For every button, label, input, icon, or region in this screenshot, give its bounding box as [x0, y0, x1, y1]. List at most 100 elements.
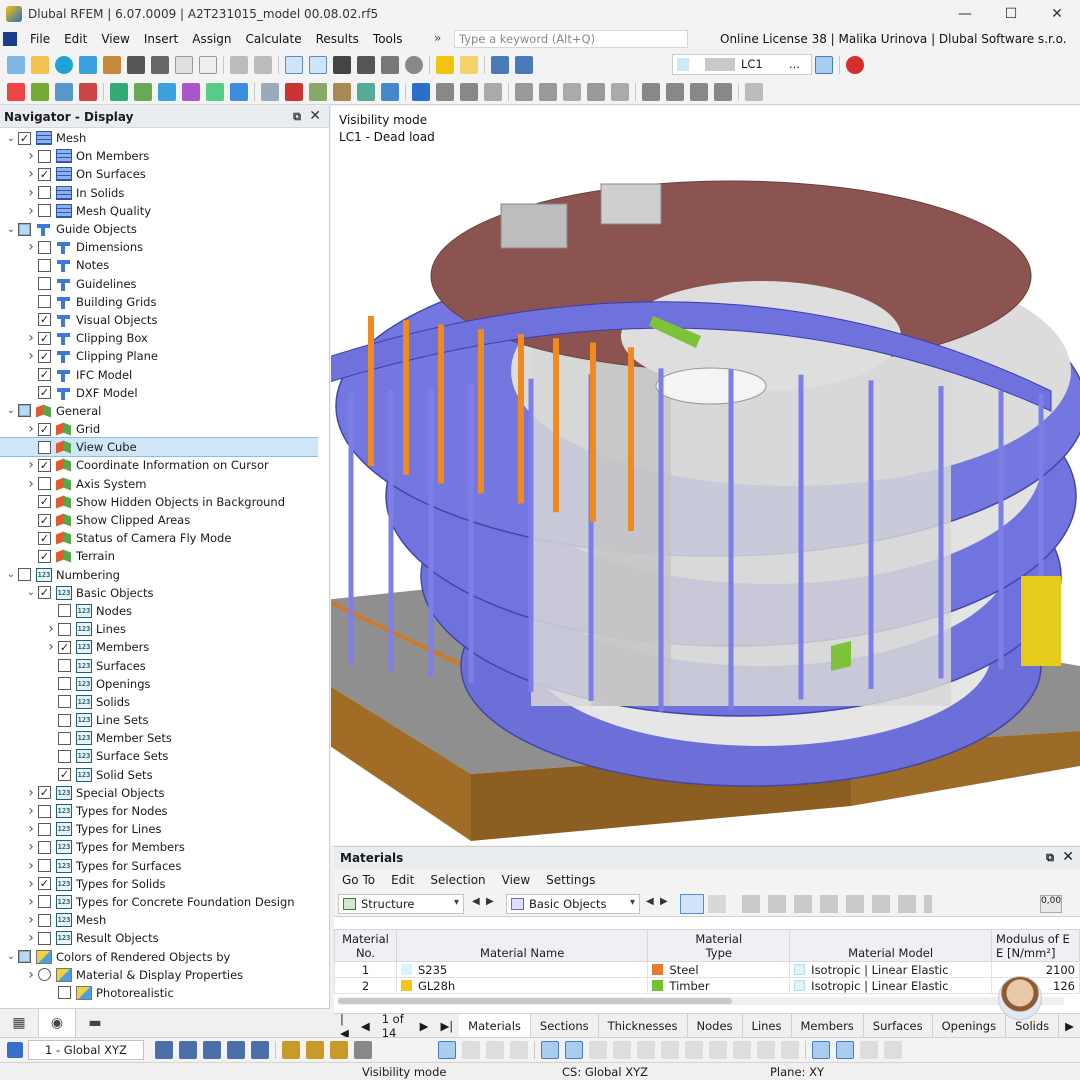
nav-item-types-for-concrete-foundation-design[interactable]: › 123 Types for Concrete Foundation Design: [0, 893, 318, 911]
assistant-avatar[interactable]: [998, 976, 1042, 1020]
nav-item-dxf-model[interactable]: ✓ DXF Model: [0, 384, 318, 402]
web-service-icon[interactable]: [79, 56, 97, 74]
radio-button[interactable]: [38, 968, 51, 982]
material-icon[interactable]: [230, 82, 248, 101]
thickness-icon[interactable]: [206, 82, 224, 101]
nav-item-mesh[interactable]: › 123 Mesh: [0, 911, 318, 929]
menu-file[interactable]: File: [23, 32, 57, 46]
solid-icon[interactable]: [158, 82, 176, 101]
midpoint-snap-icon[interactable]: [613, 1040, 631, 1059]
checkbox[interactable]: [38, 149, 51, 163]
console-icon[interactable]: [333, 56, 351, 74]
minimize-button[interactable]: —: [942, 0, 988, 28]
materials-menu-edit[interactable]: Edit: [383, 873, 422, 887]
move-icon[interactable]: [714, 82, 732, 101]
materials-close-icon[interactable]: ✕: [1062, 849, 1074, 865]
view-cube-icon[interactable]: [611, 82, 629, 101]
checkbox[interactable]: [38, 277, 51, 291]
result-values-icon[interactable]: [515, 56, 533, 74]
globe-icon[interactable]: [405, 56, 423, 74]
checkbox[interactable]: [38, 186, 51, 200]
grid-settings-icon[interactable]: [745, 82, 763, 101]
snap-members-icon[interactable]: [203, 1040, 221, 1059]
workplane-xz-icon[interactable]: [836, 1040, 854, 1059]
checkbox[interactable]: ✓: [38, 349, 51, 363]
checkbox[interactable]: [18, 568, 31, 582]
snap-lines-icon[interactable]: [179, 1040, 197, 1059]
extension-snap-icon[interactable]: [757, 1040, 775, 1059]
nav-item-openings[interactable]: 123 Openings: [0, 675, 318, 693]
select-in-table-icon[interactable]: [680, 894, 704, 914]
horizontal-scrollbar[interactable]: [338, 997, 1064, 1005]
workplane-yz-icon[interactable]: [860, 1040, 878, 1059]
nav-item-result-objects[interactable]: › 123 Result Objects: [0, 929, 318, 947]
next-page-icon[interactable]: ▶: [414, 1019, 435, 1033]
next-object-icon[interactable]: ▶: [660, 896, 668, 907]
nav-item-in-solids[interactable]: › In Solids: [0, 184, 318, 202]
load-table-icon[interactable]: [460, 56, 478, 74]
snap-surfaces-icon[interactable]: [227, 1040, 245, 1059]
nav-item-types-for-members[interactable]: › 123 Types for Members: [0, 838, 318, 856]
material-name-cell[interactable]: S235: [395, 961, 649, 978]
load-icon[interactable]: [285, 82, 303, 101]
angle-snap-icon[interactable]: [510, 1040, 528, 1059]
checkbox[interactable]: ✓: [38, 495, 51, 509]
checkbox[interactable]: [58, 622, 71, 636]
nav-item-axis-system[interactable]: › Axis System: [0, 475, 318, 493]
nav-item-special-objects[interactable]: › ✓ 123 Special Objects: [0, 784, 318, 802]
chevron-right-icon[interactable]: ›: [24, 912, 38, 928]
magnet-icon[interactable]: [541, 1040, 559, 1059]
nav-item-line-sets[interactable]: 123 Line Sets: [0, 711, 318, 729]
search-results-icon[interactable]: [846, 56, 864, 74]
nav-item-types-for-nodes[interactable]: › 123 Types for Nodes: [0, 802, 318, 820]
checkbox[interactable]: [38, 477, 51, 491]
nav-item-view-cube[interactable]: View Cube: [0, 437, 318, 458]
chevron-right-icon[interactable]: ›: [24, 476, 38, 492]
nav-item-surfaces[interactable]: 123 Surfaces: [0, 656, 318, 674]
chevron-right-icon[interactable]: ›: [24, 148, 38, 164]
tab-members[interactable]: Members: [792, 1013, 864, 1038]
material-type-cell[interactable]: Steel: [647, 961, 791, 978]
nav-item-on-surfaces[interactable]: › ✓ On Surfaces: [0, 165, 318, 183]
grid-view-icon[interactable]: [309, 56, 327, 74]
chevron-down-icon[interactable]: ⌄: [4, 133, 18, 144]
nav-item-dimensions[interactable]: › Dimensions: [0, 238, 318, 256]
chevron-right-icon[interactable]: ›: [24, 803, 38, 819]
chevron-right-icon[interactable]: ›: [24, 876, 38, 892]
nav-item-coordinate-information-on-cursor[interactable]: › ✓ Coordinate Information on Cursor: [0, 456, 318, 474]
chevron-right-icon[interactable]: ›: [24, 421, 38, 437]
member-icon[interactable]: [55, 82, 73, 101]
chevron-right-icon[interactable]: ›: [44, 639, 58, 655]
checkbox[interactable]: ✓: [38, 422, 51, 436]
render-icon[interactable]: [539, 82, 557, 101]
nav-item-lines[interactable]: › 123 Lines: [0, 620, 318, 638]
menu-calculate[interactable]: Calculate: [239, 32, 309, 46]
menu-tools[interactable]: Tools: [366, 32, 410, 46]
menu-overflow-button[interactable]: »: [434, 31, 441, 45]
chevron-right-icon[interactable]: ›: [24, 894, 38, 910]
nav-item-ifc-model[interactable]: ✓ IFC Model: [0, 365, 318, 383]
tab-materials[interactable]: Materials: [459, 1013, 531, 1038]
chevron-right-icon[interactable]: ›: [24, 185, 38, 201]
model-viewport[interactable]: Visibility mode LC1 - Dead load: [331, 106, 1080, 845]
chevron-down-icon[interactable]: ⌄: [4, 951, 18, 962]
nav-item-status-of-camera-fly-mode[interactable]: ✓ Status of Camera Fly Mode: [0, 529, 318, 547]
table-row[interactable]: 1 S235 Steel Isotropic | Linear Elastic 2100: [334, 961, 1080, 978]
load-wizard-icon[interactable]: [436, 56, 454, 74]
nav-item-visual-objects[interactable]: ✓ Visual Objects: [0, 311, 318, 329]
menu-insert[interactable]: Insert: [137, 32, 185, 46]
nav-item-on-members[interactable]: › On Members: [0, 147, 318, 165]
notes-icon[interactable]: [199, 56, 217, 74]
select-in-model-icon[interactable]: [708, 895, 726, 913]
measure-icon[interactable]: [330, 1040, 348, 1059]
checkbox[interactable]: [38, 840, 51, 854]
view-side-icon[interactable]: [460, 82, 478, 101]
structure-select[interactable]: Structure ▾: [338, 894, 464, 914]
checkbox[interactable]: [58, 713, 71, 727]
checkbox[interactable]: [38, 913, 51, 927]
materials-menu-settings[interactable]: Settings: [538, 873, 603, 887]
nav-item-nodes[interactable]: 123 Nodes: [0, 602, 318, 620]
circle-snap-icon[interactable]: [685, 1040, 703, 1059]
display-tab-icon[interactable]: ◉: [38, 1009, 76, 1037]
checkbox[interactable]: [38, 258, 51, 272]
